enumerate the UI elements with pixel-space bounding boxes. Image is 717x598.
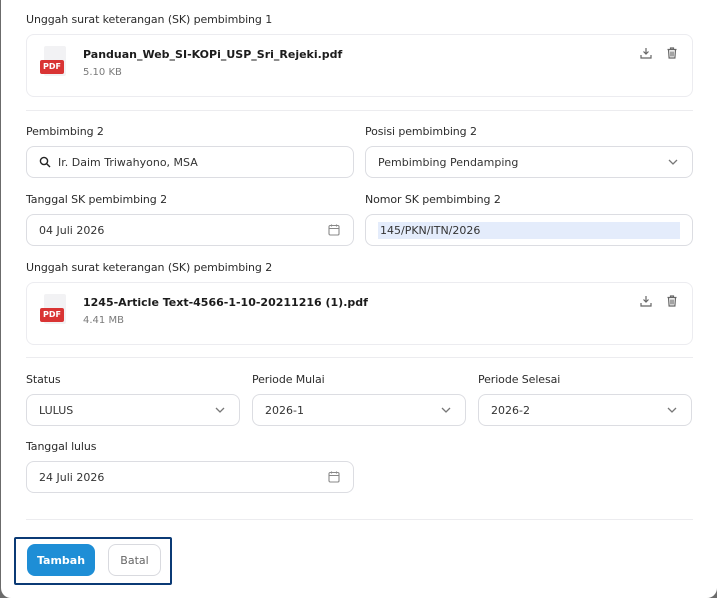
selected-text: 145/PKN/ITN/2026 (378, 221, 680, 239)
tanggal-sk2-label: Tanggal SK pembimbing 2 (26, 193, 167, 206)
posisi2-select[interactable]: Pembimbing Pendamping (365, 146, 693, 178)
download-icon[interactable] (639, 294, 653, 308)
periode-selesai-label: Periode Selesai (478, 373, 561, 386)
trash-icon[interactable] (665, 46, 679, 60)
status-select[interactable]: LULUS (26, 394, 240, 426)
upload2-label: Unggah surat keterangan (SK) pembimbing … (26, 261, 273, 274)
posisi2-label: Posisi pembimbing 2 (365, 125, 477, 138)
nomor-sk2-input[interactable]: 145/PKN/ITN/2026 (365, 214, 693, 246)
file-size: 5.10 KB (83, 67, 122, 78)
search-icon (39, 156, 51, 168)
chevron-down-icon (215, 407, 225, 413)
divider (26, 357, 693, 358)
tanggal-lulus-label: Tanggal lulus (26, 440, 97, 453)
download-icon[interactable] (639, 46, 653, 60)
calendar-icon[interactable] (327, 470, 341, 484)
tanggal-lulus-date-input[interactable]: 24 Juli 2026 (26, 461, 354, 493)
chevron-down-icon (667, 407, 677, 413)
file-card-sk2: PDF 1245-Article Text-4566-1-10-20211216… (26, 282, 693, 345)
pembimbing2-search-input[interactable]: Ir. Daim Triwahyono, MSA (26, 146, 354, 178)
pdf-file-icon: PDF (40, 46, 66, 78)
form-modal: Unggah surat keterangan (SK) pembimbing … (1, 0, 717, 598)
divider (26, 519, 693, 520)
pdf-file-icon: PDF (40, 294, 66, 326)
divider (26, 110, 693, 111)
file-name: Panduan_Web_SI-KOPi_USP_Sri_Rejeki.pdf (83, 48, 343, 61)
tambah-button[interactable]: Tambah (27, 544, 95, 576)
trash-icon[interactable] (665, 294, 679, 308)
periode-selesai-select[interactable]: 2026-2 (478, 394, 692, 426)
chevron-down-icon (668, 159, 678, 165)
periode-mulai-select[interactable]: 2026-1 (252, 394, 466, 426)
file-name: 1245-Article Text-4566-1-10-20211216 (1)… (83, 296, 368, 309)
status-label: Status (26, 373, 61, 386)
batal-button[interactable]: Batal (108, 544, 161, 576)
tanggal-sk2-date-input[interactable]: 04 Juli 2026 (26, 214, 354, 246)
calendar-icon[interactable] (327, 223, 341, 237)
nomor-sk2-label: Nomor SK pembimbing 2 (365, 193, 501, 206)
pembimbing2-label: Pembimbing 2 (26, 125, 104, 138)
chevron-down-icon (441, 407, 451, 413)
file-size: 4.41 MB (83, 315, 124, 326)
file-card-sk1: PDF Panduan_Web_SI-KOPi_USP_Sri_Rejeki.p… (26, 34, 693, 97)
periode-mulai-label: Periode Mulai (252, 373, 325, 386)
upload1-label: Unggah surat keterangan (SK) pembimbing … (26, 13, 273, 26)
